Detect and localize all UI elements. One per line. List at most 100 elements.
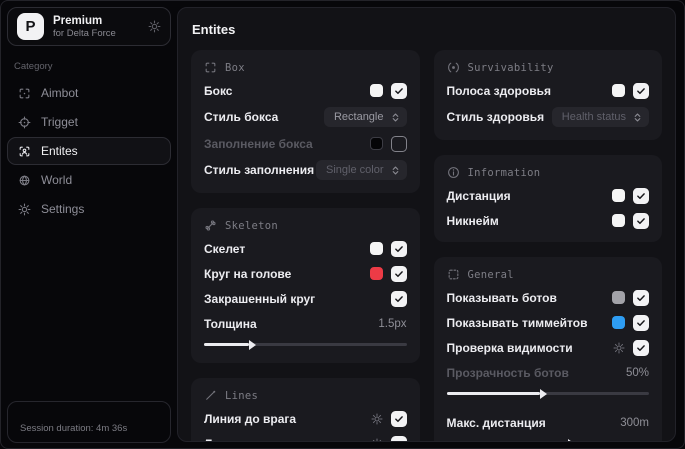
setting-row: Круг на голове: [204, 265, 407, 282]
checkbox-checked[interactable]: [390, 82, 407, 99]
checkbox-checked[interactable]: [390, 290, 407, 307]
globe-icon: [18, 174, 31, 187]
setting-label: Круг на голове: [204, 266, 292, 281]
general-panel-header: General: [447, 268, 650, 281]
sidebar-item-trigget[interactable]: Trigget: [7, 108, 171, 136]
checkbox-checked[interactable]: [633, 314, 649, 331]
gear-icon[interactable]: [371, 413, 383, 425]
chevron-up-down-icon: [390, 112, 401, 123]
setting-label: Закрашенный круг: [204, 291, 316, 306]
select-value: Rectangle: [333, 111, 384, 123]
health-style-select[interactable]: Health status: [551, 107, 649, 127]
color-swatch[interactable]: [369, 137, 383, 150]
checkbox-checked[interactable]: [633, 289, 649, 306]
settings-columns: Box Бокс Стиль бокса Rectangle Заполнени…: [191, 50, 662, 441]
bone-icon: [204, 219, 217, 232]
setting-row: Проверка видимости: [447, 339, 649, 356]
panel-title: Skeleton: [225, 219, 278, 232]
lines-panel-header: Lines: [204, 389, 407, 402]
setting-label: Никнейм: [446, 213, 499, 228]
setting-row: Полоса здоровья: [446, 82, 649, 99]
color-swatch[interactable]: [612, 84, 625, 97]
sidebar-item-entites[interactable]: Entites: [7, 137, 171, 165]
panel-title: Information: [467, 166, 541, 179]
checkbox-checked[interactable]: [390, 240, 407, 257]
right-column: Survivability Полоса здоровья Стиль здор…: [433, 50, 662, 441]
gear-icon[interactable]: [148, 20, 161, 33]
slider-fill: [204, 339, 256, 350]
brand-text: Premium for Delta Force: [53, 15, 116, 39]
setting-label: Дистанция: [446, 188, 511, 203]
gear-icon: [18, 203, 31, 216]
setting-label: Полоса здоровья: [446, 83, 551, 98]
box-style-select[interactable]: Rectangle: [323, 107, 407, 127]
dashed-square-icon: [447, 268, 460, 281]
setting-row: Толщина 1.5px: [204, 315, 407, 332]
fill-style-select[interactable]: Single color: [316, 160, 407, 180]
survivability-panel-header: Survivability: [447, 61, 650, 74]
setting-row: Никнейм: [446, 212, 649, 229]
pulse-circle-icon: [447, 61, 460, 74]
sidebar-nav: Aimbot Trigget Entites World Settings: [7, 79, 171, 223]
category-label: Category: [14, 61, 53, 72]
color-swatch[interactable]: [369, 84, 383, 97]
box-panel: Box Бокс Стиль бокса Rectangle Заполнени…: [191, 50, 420, 193]
color-swatch[interactable]: [369, 267, 383, 280]
setting-label: Стиль бокса: [204, 110, 279, 124]
color-swatch[interactable]: [612, 214, 625, 227]
session-duration: Session duration: 4m 36s: [7, 401, 171, 443]
color-swatch[interactable]: [369, 242, 383, 255]
checkbox-checked[interactable]: [390, 265, 407, 282]
sidebar: P Premium for Delta Force Category Aimbo…: [1, 1, 177, 448]
panel-title: Lines: [225, 389, 259, 402]
panel-title: Survivability: [467, 61, 554, 74]
sidebar-item-label: Settings: [41, 202, 85, 216]
page-title: Entites: [192, 22, 236, 37]
skeleton-panel-header: Skeleton: [204, 219, 407, 232]
sidebar-item-settings[interactable]: Settings: [7, 195, 171, 223]
checkbox-checked[interactable]: [633, 187, 649, 204]
setting-row: Дистанция: [446, 187, 649, 204]
slider-value: 50%: [625, 366, 649, 379]
skeleton-panel: Skeleton Скелет Круг на голове Закрашенн…: [191, 208, 420, 363]
checkbox-checked[interactable]: [633, 339, 649, 356]
sidebar-item-label: Trigget: [41, 115, 78, 129]
app-window: P Premium for Delta Force Category Aimbo…: [0, 0, 685, 449]
setting-label: Бокс: [204, 83, 233, 98]
sidebar-item-aimbot[interactable]: Aimbot: [7, 79, 171, 107]
gear-icon[interactable]: [613, 342, 625, 354]
color-swatch[interactable]: [612, 291, 625, 304]
person-scan-icon: [18, 145, 31, 158]
chevron-up-down-icon: [390, 165, 401, 176]
checkbox-unchecked[interactable]: [390, 135, 407, 152]
sidebar-item-world[interactable]: World: [7, 166, 171, 194]
box-panel-header: Box: [204, 61, 407, 74]
max-distance-slider[interactable]: [447, 438, 650, 441]
brand-subtitle: for Delta Force: [53, 27, 116, 39]
checkbox-checked[interactable]: [633, 82, 649, 99]
setting-row: Стиль здоровья Health status: [446, 107, 649, 127]
color-swatch[interactable]: [612, 189, 625, 202]
setting-row: Показывать тиммейтов: [446, 314, 649, 331]
color-swatch[interactable]: [612, 316, 625, 329]
setting-label: Прозрачность ботов: [446, 365, 569, 380]
setting-row: Линия до врага: [204, 410, 407, 427]
gear-icon[interactable]: [371, 438, 383, 441]
brand-card: P Premium for Delta Force: [7, 7, 171, 46]
chevron-up-down-icon: [632, 112, 643, 123]
setting-row: Скелет: [204, 240, 407, 257]
bot-opacity-slider[interactable]: [446, 388, 649, 399]
setting-row: Линия взгляда: [204, 435, 407, 441]
checkbox-checked[interactable]: [633, 212, 649, 229]
setting-row: Показывать ботов: [447, 289, 649, 306]
box-frame-icon: [204, 61, 217, 74]
checkbox-checked[interactable]: [390, 410, 407, 427]
setting-label: Стиль здоровья: [446, 110, 545, 124]
checkbox-checked[interactable]: [390, 435, 407, 441]
setting-row: Стиль заполнения Single color: [204, 160, 407, 180]
session-duration-label: Session duration: 4m 36s: [20, 423, 128, 434]
setting-label: Показывать тиммейтов: [446, 315, 588, 330]
crosshair-icon: [18, 116, 31, 129]
thickness-slider[interactable]: [204, 339, 407, 350]
brand-name: Premium: [53, 14, 103, 27]
